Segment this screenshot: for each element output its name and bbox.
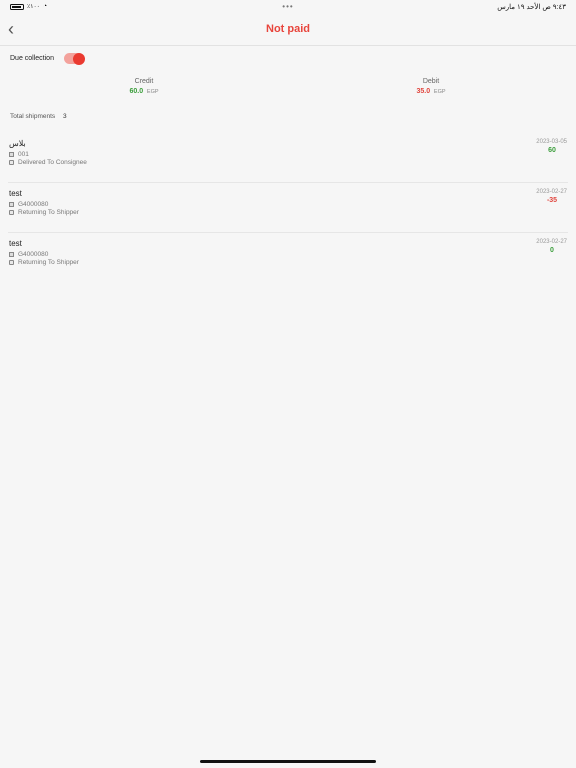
shipment-title: test (9, 189, 22, 198)
page-title: Not paid (266, 23, 310, 35)
shipment-date: 2023-02-27 (536, 239, 567, 245)
navigation-bar: ‹ Not paid (0, 14, 576, 46)
shipment-date: 2023-03-05 (536, 139, 567, 145)
total-shipments-label: Total shipments (10, 113, 56, 120)
shipment-status-line: Returning To Shipper (9, 209, 79, 216)
shipment-list: بلاس 001 Delivered To Consignee 2023-03-… (0, 133, 576, 283)
shipment-row[interactable]: test G4000080 Returning To Shipper 2023-… (8, 183, 568, 233)
balance-summary: Credit 60.0 EGP Debit 35.0 EGP (0, 78, 576, 98)
debit-currency: EGP (433, 89, 446, 95)
shipment-code-line: 001 (9, 151, 29, 158)
due-collection-row: Due collection (10, 52, 85, 65)
toggle-knob (72, 52, 85, 65)
shipment-row[interactable]: بلاس 001 Delivered To Consignee 2023-03-… (8, 133, 568, 183)
shipment-amount: 60 (548, 147, 556, 154)
credit-currency: EGP (146, 89, 159, 95)
shipment-code-line: G4000080 (9, 251, 48, 258)
total-shipments: Total shipments 3 (10, 113, 67, 120)
multitask-dots[interactable]: ••• (282, 2, 293, 11)
truck-icon (9, 210, 14, 215)
shipment-code-line: G4000080 (9, 201, 48, 208)
status-bar: ٪١٠٠ ◔ ••• ٩:٤٣ ص الأحد ١٩ مارس (0, 0, 576, 14)
debit-value-wrap: 35.0 EGP (391, 88, 471, 95)
shipment-status: Delivered To Consignee (18, 159, 87, 166)
battery-percent: ٪١٠٠ (27, 4, 40, 10)
credit-label: Credit (134, 78, 154, 85)
wifi-icon: ◔ (42, 3, 48, 10)
shipment-amount: 0 (550, 247, 554, 254)
credit-summary: Credit 60.0 EGP (104, 78, 184, 95)
shipment-title: بلاس (9, 139, 26, 148)
shipment-status-line: Returning To Shipper (9, 259, 79, 266)
document-icon (9, 152, 14, 157)
status-time-date: ٩:٤٣ ص الأحد ١٩ مارس (497, 4, 566, 11)
shipment-status: Returning To Shipper (18, 209, 79, 216)
shipment-date: 2023-02-27 (536, 189, 567, 195)
battery-icon (10, 3, 24, 10)
shipment-title: test (9, 239, 22, 248)
total-shipments-count: 3 (62, 113, 67, 120)
home-indicator[interactable] (200, 760, 376, 763)
shipment-code: G4000080 (18, 251, 49, 258)
credit-value-wrap: 60.0 EGP (104, 88, 184, 95)
debit-summary: Debit 35.0 EGP (391, 78, 471, 95)
shipment-amount: -35 (546, 197, 558, 204)
due-collection-label: Due collection (10, 55, 54, 62)
shipment-code: G4000080 (18, 201, 49, 208)
debit-label: Debit (422, 78, 440, 85)
truck-icon (9, 260, 14, 265)
status-left: ٪١٠٠ ◔ (10, 3, 47, 10)
shipment-status-line: Delivered To Consignee (9, 159, 87, 166)
document-icon (9, 252, 14, 257)
shipment-code: 001 (18, 151, 29, 158)
truck-icon (9, 160, 14, 165)
document-icon (9, 202, 14, 207)
shipment-status: Returning To Shipper (18, 259, 79, 266)
credit-value: 60.0 (129, 88, 144, 95)
debit-value: 35.0 (416, 88, 431, 95)
due-collection-toggle[interactable] (63, 52, 85, 65)
shipment-row[interactable]: test G4000080 Returning To Shipper 2023-… (8, 233, 568, 283)
